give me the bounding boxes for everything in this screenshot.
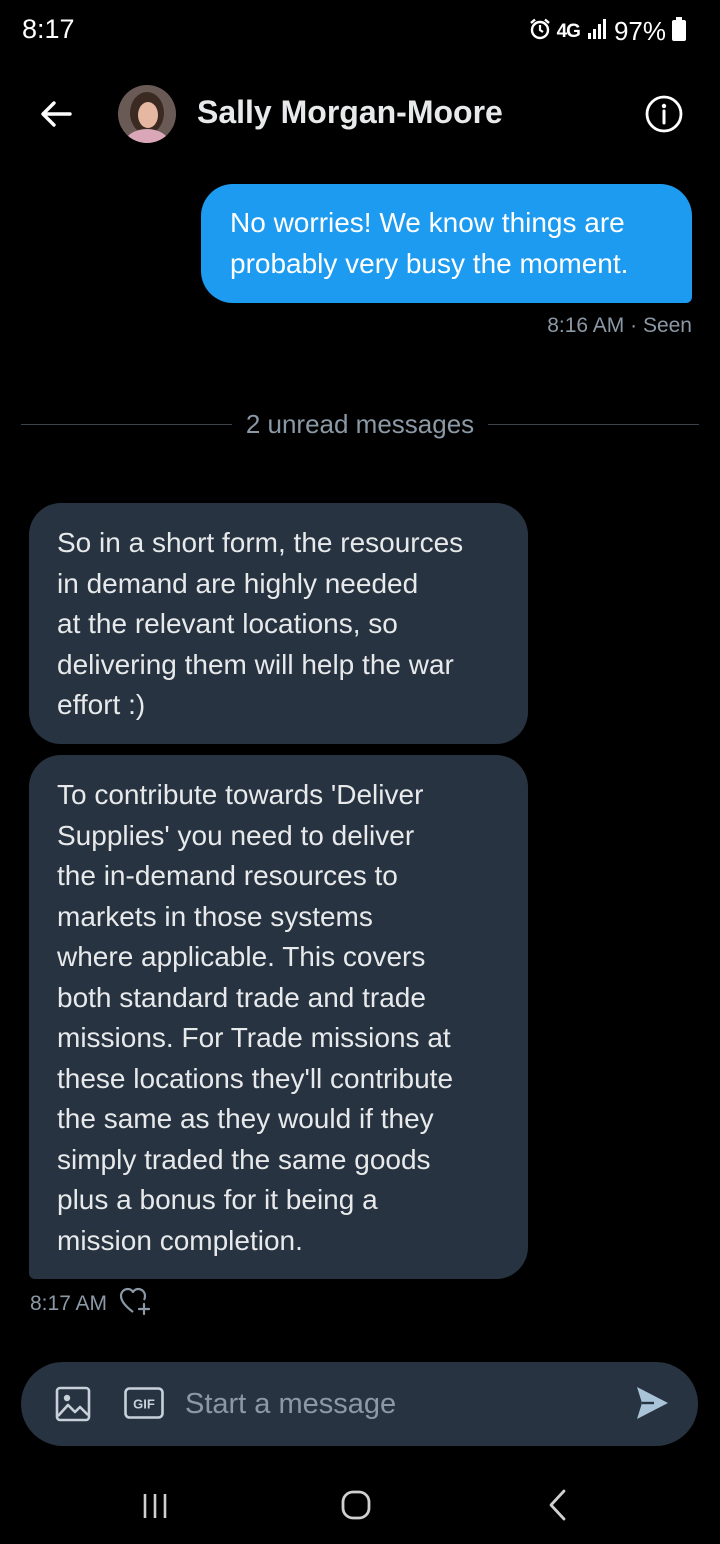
received-message-text: So in a short form, the resources in dem… [57,527,464,720]
sent-message-meta: 8:16 AM · Seen [547,314,692,337]
recent-apps-icon [143,1494,167,1518]
received-message[interactable]: So in a short form, the resources in dem… [29,503,528,744]
received-message[interactable]: To contribute towards 'Deliver Supplies'… [29,755,528,1279]
heart-plus-icon[interactable] [119,1287,151,1320]
home-button[interactable] [340,1489,372,1521]
received-message-time: 8:17 AM [30,1291,108,1315]
gif-icon: GIF [124,1387,164,1419]
status-bar: 8:17 4G 97% [0,0,720,64]
system-back-button[interactable] [546,1488,570,1522]
recent-apps-button[interactable] [140,1491,170,1521]
home-icon [341,1490,371,1520]
battery-level: 97% [613,16,666,46]
status-icons: 4G 97% [529,16,686,47]
divider-line [21,423,232,425]
arrow-left-icon [41,101,72,127]
svg-text:GIF: GIF [133,1397,155,1412]
back-button[interactable] [36,94,76,134]
chevron-left-icon [549,1489,566,1521]
sent-message[interactable]: No worries! We know things are probably … [201,184,692,303]
sent-message-text: No worries! We know things are probably … [230,207,629,279]
signal-icon [586,18,608,45]
received-message-text: To contribute towards 'Deliver Supplies'… [57,779,454,1256]
divider-line [488,423,699,425]
battery-icon [672,17,686,46]
image-icon [55,1386,91,1422]
unread-divider-label: 2 unread messages [245,408,475,439]
gif-button[interactable]: GIF [124,1387,164,1419]
unread-divider: 2 unread messages [21,404,699,444]
status-time: 8:17 [22,14,75,44]
avatar[interactable] [118,85,176,143]
send-button[interactable] [634,1384,670,1422]
info-button[interactable] [644,94,684,134]
message-composer: GIF [21,1362,698,1446]
contact-name[interactable]: Sally Morgan-Moore [197,94,503,131]
send-icon [637,1387,668,1419]
alarm-icon [529,18,551,45]
message-input[interactable] [185,1382,605,1426]
image-button[interactable] [55,1386,91,1422]
received-message-meta: 8:17 AM [30,1287,151,1320]
conversation-header: Sally Morgan-Moore [0,74,720,154]
system-nav-bar [0,1470,720,1544]
info-icon [645,95,683,133]
network-type: 4G [556,20,581,42]
